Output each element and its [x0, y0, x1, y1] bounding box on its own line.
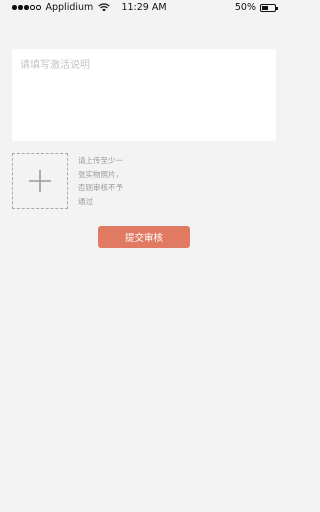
description-box — [12, 49, 276, 141]
upload-hint-line: 张实物照片， — [78, 169, 123, 179]
battery-level — [262, 5, 268, 10]
status-bar-right: 50% — [234, 2, 278, 13]
upload-hint-line: 通过 — [78, 196, 93, 206]
description-input[interactable] — [12, 49, 276, 141]
upload-hint-line: 请上传至少一 — [78, 156, 123, 165]
upload-hint: 请上传至少一 张实物照片， 否则审核不予 通过 — [78, 154, 136, 208]
battery-percent: 50% — [234, 2, 256, 13]
upload-hint-line: 否则审核不予 — [78, 183, 123, 192]
status-bar: Applidium 11:29 AM 50% — [0, 0, 288, 16]
upload-photo-button[interactable] — [12, 153, 68, 209]
battery-icon — [260, 3, 278, 12]
plus-icon — [29, 170, 51, 192]
submit-review-button[interactable]: 提交审核 — [98, 226, 190, 248]
